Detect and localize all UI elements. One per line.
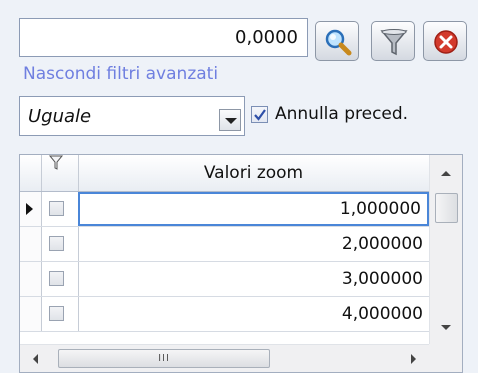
hide-advanced-filters-link[interactable]: Nascondi filtri avanzati	[23, 64, 218, 84]
zoom-values-grid: Valori zoom 1,000000 2,000000 3,000000 4…	[19, 154, 463, 373]
scroll-down-icon[interactable]	[430, 311, 462, 344]
row-selector[interactable]	[20, 262, 42, 296]
row-check-cell	[41, 192, 79, 226]
row-selector[interactable]	[20, 297, 42, 331]
row-value[interactable]: 4,000000	[78, 297, 429, 331]
row-selector[interactable]	[20, 227, 42, 261]
clear-button[interactable]	[423, 21, 467, 61]
row-checkbox[interactable]	[49, 201, 64, 216]
scroll-up-icon[interactable]	[430, 155, 462, 189]
cancel-previous-checkbox[interactable]	[251, 106, 268, 123]
row-checkbox[interactable]	[49, 306, 64, 321]
close-icon	[434, 30, 458, 54]
current-row-arrow-icon	[26, 203, 33, 215]
row-selector-header	[20, 155, 42, 191]
scroll-left-icon[interactable]	[20, 345, 54, 372]
column-header-valori-zoom[interactable]: Valori zoom	[78, 155, 429, 191]
row-selector[interactable]	[20, 192, 42, 226]
row-value[interactable]: 2,000000	[78, 227, 429, 261]
table-row[interactable]: 4,000000	[20, 297, 429, 332]
search-icon	[325, 29, 352, 56]
row-check-cell	[41, 262, 79, 296]
funnel-icon	[380, 29, 408, 56]
filter-button[interactable]	[371, 21, 415, 61]
zoom-filter-panel: 0,0000 Nascondi filtri avanzati Uguale A…	[0, 0, 478, 373]
row-checkbox[interactable]	[49, 271, 64, 286]
operator-value: Uguale	[28, 106, 92, 127]
vertical-scroll-thumb[interactable]	[435, 193, 458, 223]
scrollbar-corner	[429, 344, 462, 372]
filter-indicator-icon	[48, 155, 64, 170]
horizontal-scrollbar[interactable]: III	[20, 344, 429, 372]
row-check-cell	[41, 297, 79, 331]
checkmark-icon	[254, 109, 266, 121]
row-value[interactable]: 3,000000	[78, 262, 429, 296]
row-checkbox[interactable]	[49, 236, 64, 251]
vertical-scrollbar[interactable]	[429, 155, 462, 344]
table-row[interactable]: 1,000000	[20, 192, 429, 227]
table-row[interactable]: 2,000000	[20, 227, 429, 262]
operator-select[interactable]: Uguale	[19, 96, 245, 136]
horizontal-scroll-thumb[interactable]: III	[58, 349, 270, 368]
grid-header: Valori zoom	[20, 155, 462, 192]
row-check-cell	[41, 227, 79, 261]
search-button[interactable]	[315, 21, 359, 61]
table-row[interactable]: 3,000000	[20, 262, 429, 297]
scroll-right-icon[interactable]	[395, 345, 429, 372]
value-input[interactable]: 0,0000	[19, 18, 308, 57]
row-value[interactable]: 1,000000	[78, 192, 429, 226]
check-column-header[interactable]	[41, 155, 79, 191]
cancel-previous-label: Annulla preced.	[275, 104, 409, 124]
chevron-down-icon[interactable]	[219, 109, 241, 131]
